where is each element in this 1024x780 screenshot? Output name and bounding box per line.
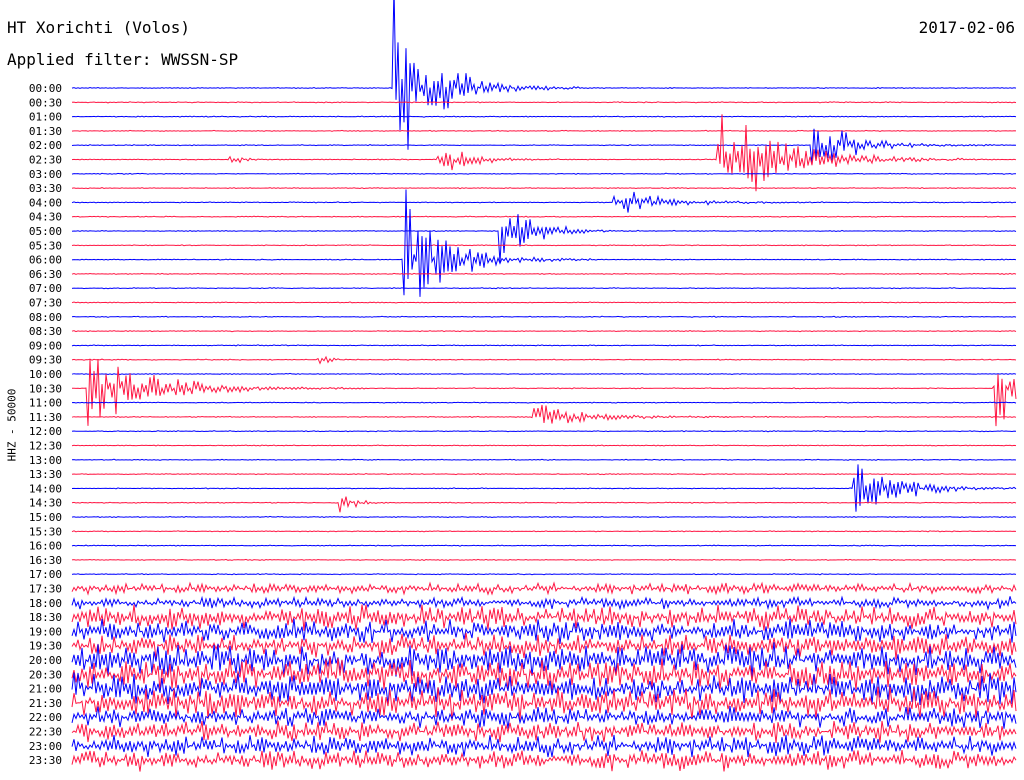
row-label-group: 00:0000:30 01:0001:3002:00 02:3003:0003:30… [29,82,62,767]
row-label-0030: 00:30 [29,96,62,109]
row-label-0130: 01:30 [29,125,62,138]
row-label-1300: 13:00 [29,454,62,467]
row-label-0630: 06:30 [29,268,62,281]
trace-row-2330 [71,750,1017,772]
row-label-1000: 10:00 [29,368,62,381]
trace-row-0730 [71,301,1017,304]
row-label-0200: 02:00 [29,139,62,152]
trace-row-0930 [71,355,1017,365]
trace-row-0000 [71,0,1017,150]
trace-row-0030 [71,101,1017,104]
row-label-1400: 14:00 [29,482,62,495]
row-label-2000: 20:00 [29,654,62,667]
trace-row-1100 [71,401,1017,404]
trace-row-1700 [71,573,1017,576]
row-label-0800: 08:00 [29,311,62,324]
trace-row-0400 [71,191,1017,213]
trace-row-1630 [71,558,1017,562]
row-label-2100: 21:00 [29,683,62,696]
trace-group [71,0,1017,772]
row-label-0530: 05:30 [29,239,62,252]
trace-row-2200 [71,706,1017,729]
trace-row-1500 [71,515,1017,519]
row-label-2030: 20:30 [29,668,62,681]
row-label-0600: 06:00 [29,254,62,267]
row-label-1800: 18:00 [29,597,62,610]
trace-row-1130 [71,404,1017,424]
trace-row-1600 [71,544,1017,547]
trace-row-0230 [71,114,1017,192]
row-label-0300: 03:00 [29,168,62,181]
row-label-2230: 22:30 [29,726,62,739]
row-label-2330: 23:30 [29,754,62,767]
trace-row-0630 [71,272,1017,276]
row-label-0500: 05:00 [29,225,62,238]
trace-row-0330 [71,186,1017,190]
trace-row-0130 [71,129,1017,133]
row-label-1900: 19:00 [29,625,62,638]
row-label-1200: 12:00 [29,425,62,438]
row-label-0730: 07:30 [29,297,62,310]
row-label-0230: 02:30 [29,154,62,167]
row-label-0830: 08:30 [29,325,62,338]
row-label-0100: 01:00 [29,111,62,124]
trace-row-1200 [71,430,1017,433]
trace-row-0500 [71,214,1017,263]
trace-row-2130 [71,686,1017,721]
trace-row-0600 [71,189,1017,297]
row-label-1730: 17:30 [29,583,62,596]
trace-row-0700 [71,287,1017,290]
row-label-1600: 16:00 [29,540,62,553]
row-label-0330: 03:30 [29,182,62,195]
row-label-1500: 15:00 [29,511,62,524]
trace-row-0300 [71,172,1017,175]
row-label-1830: 18:30 [29,611,62,624]
trace-row-0830 [71,329,1017,333]
trace-row-1230 [71,444,1017,447]
trace-row-1400 [71,464,1017,512]
trace-row-0430 [71,215,1017,218]
row-label-1630: 16:30 [29,554,62,567]
row-label-1030: 10:30 [29,382,62,395]
trace-row-1030 [71,358,1017,427]
row-label-0000: 00:00 [29,82,62,95]
row-label-1930: 19:30 [29,640,62,653]
row-label-1430: 14:30 [29,497,62,510]
trace-row-1430 [71,496,1017,513]
row-label-1530: 15:30 [29,525,62,538]
trace-row-1000 [71,372,1017,376]
trace-row-0530 [71,244,1017,247]
row-label-0930: 09:30 [29,354,62,367]
row-label-1700: 17:00 [29,568,62,581]
row-label-0430: 04:30 [29,211,62,224]
row-label-2300: 23:00 [29,740,62,753]
trace-row-0100 [71,115,1017,118]
row-label-0400: 04:00 [29,196,62,209]
row-label-0700: 07:00 [29,282,62,295]
row-label-1230: 12:30 [29,440,62,453]
row-label-1330: 13:30 [29,468,62,481]
helicorder-plot: 00:0000:30 01:0001:3002:00 02:3003:0003:30… [29,0,1017,772]
trace-row-0800 [71,315,1017,318]
trace-row-1330 [71,472,1017,476]
row-label-1130: 11:30 [29,411,62,424]
row-label-2130: 21:30 [29,697,62,710]
row-label-1100: 11:00 [29,397,62,410]
trace-row-1300 [71,458,1017,461]
trace-row-1530 [71,530,1017,533]
row-label-0900: 09:00 [29,339,62,352]
row-label-2200: 22:00 [29,711,62,724]
trace-row-1730 [71,581,1017,596]
trace-row-0900 [71,344,1017,347]
